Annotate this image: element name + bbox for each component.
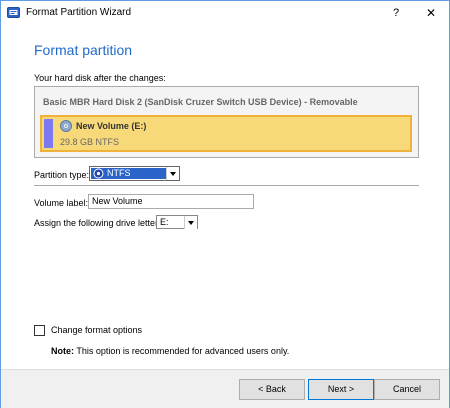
partition-name: New Volume (E:): [76, 121, 147, 131]
change-format-checkbox[interactable]: [34, 325, 45, 336]
close-button[interactable]: ✕: [419, 4, 443, 22]
partition-color-stripe: [44, 119, 53, 148]
drive-letter-label: Assign the following drive letter:: [34, 218, 161, 228]
change-format-label[interactable]: Change format options: [51, 325, 142, 335]
help-button[interactable]: ?: [388, 5, 404, 21]
app-icon: [7, 7, 20, 18]
chevron-down-icon[interactable]: [166, 167, 179, 180]
volume-label-label: Volume label:: [34, 198, 89, 208]
wizard-content: Format partition Your hard disk after th…: [1, 25, 449, 369]
cancel-button[interactable]: Cancel: [374, 379, 440, 400]
advanced-note: Note: This option is recommended for adv…: [51, 346, 289, 356]
drive-letter-value: E:: [160, 217, 169, 227]
disk-map: Basic MBR Hard Disk 2 (SanDisk Cruzer Sw…: [34, 86, 419, 158]
chevron-down-icon[interactable]: [184, 216, 197, 229]
title-bar[interactable]: Format Partition Wizard ? ✕: [1, 1, 449, 25]
note-prefix: Note:: [51, 346, 74, 356]
format-partition-wizard-window: Format Partition Wizard ? ✕ Format parti…: [0, 0, 450, 408]
next-button[interactable]: Next >: [308, 379, 374, 400]
disk-title: Basic MBR Hard Disk 2 (SanDisk Cruzer Sw…: [43, 97, 358, 107]
page-heading: Format partition: [34, 42, 133, 58]
partition-type-value: NTFS: [107, 168, 131, 178]
disk-caption: Your hard disk after the changes:: [34, 73, 166, 83]
separator: [34, 185, 419, 186]
partition-type-select[interactable]: NTFS: [89, 166, 180, 181]
filesystem-icon: [93, 168, 104, 179]
note-text: This option is recommended for advanced …: [74, 346, 290, 356]
partition-type-label: Partition type:: [34, 170, 90, 180]
partition-type-selected: NTFS: [91, 168, 166, 179]
back-button[interactable]: < Back: [239, 379, 305, 400]
partition-block[interactable]: New Volume (E:) 29.8 GB NTFS: [40, 115, 412, 152]
drive-letter-select[interactable]: E:: [156, 215, 198, 229]
button-bar: < Back Next > Cancel: [1, 369, 449, 408]
volume-icon: [60, 120, 72, 132]
volume-label-input[interactable]: New Volume: [88, 194, 254, 209]
window-title: Format Partition Wizard: [26, 7, 132, 18]
partition-size: 29.8 GB NTFS: [60, 137, 120, 147]
